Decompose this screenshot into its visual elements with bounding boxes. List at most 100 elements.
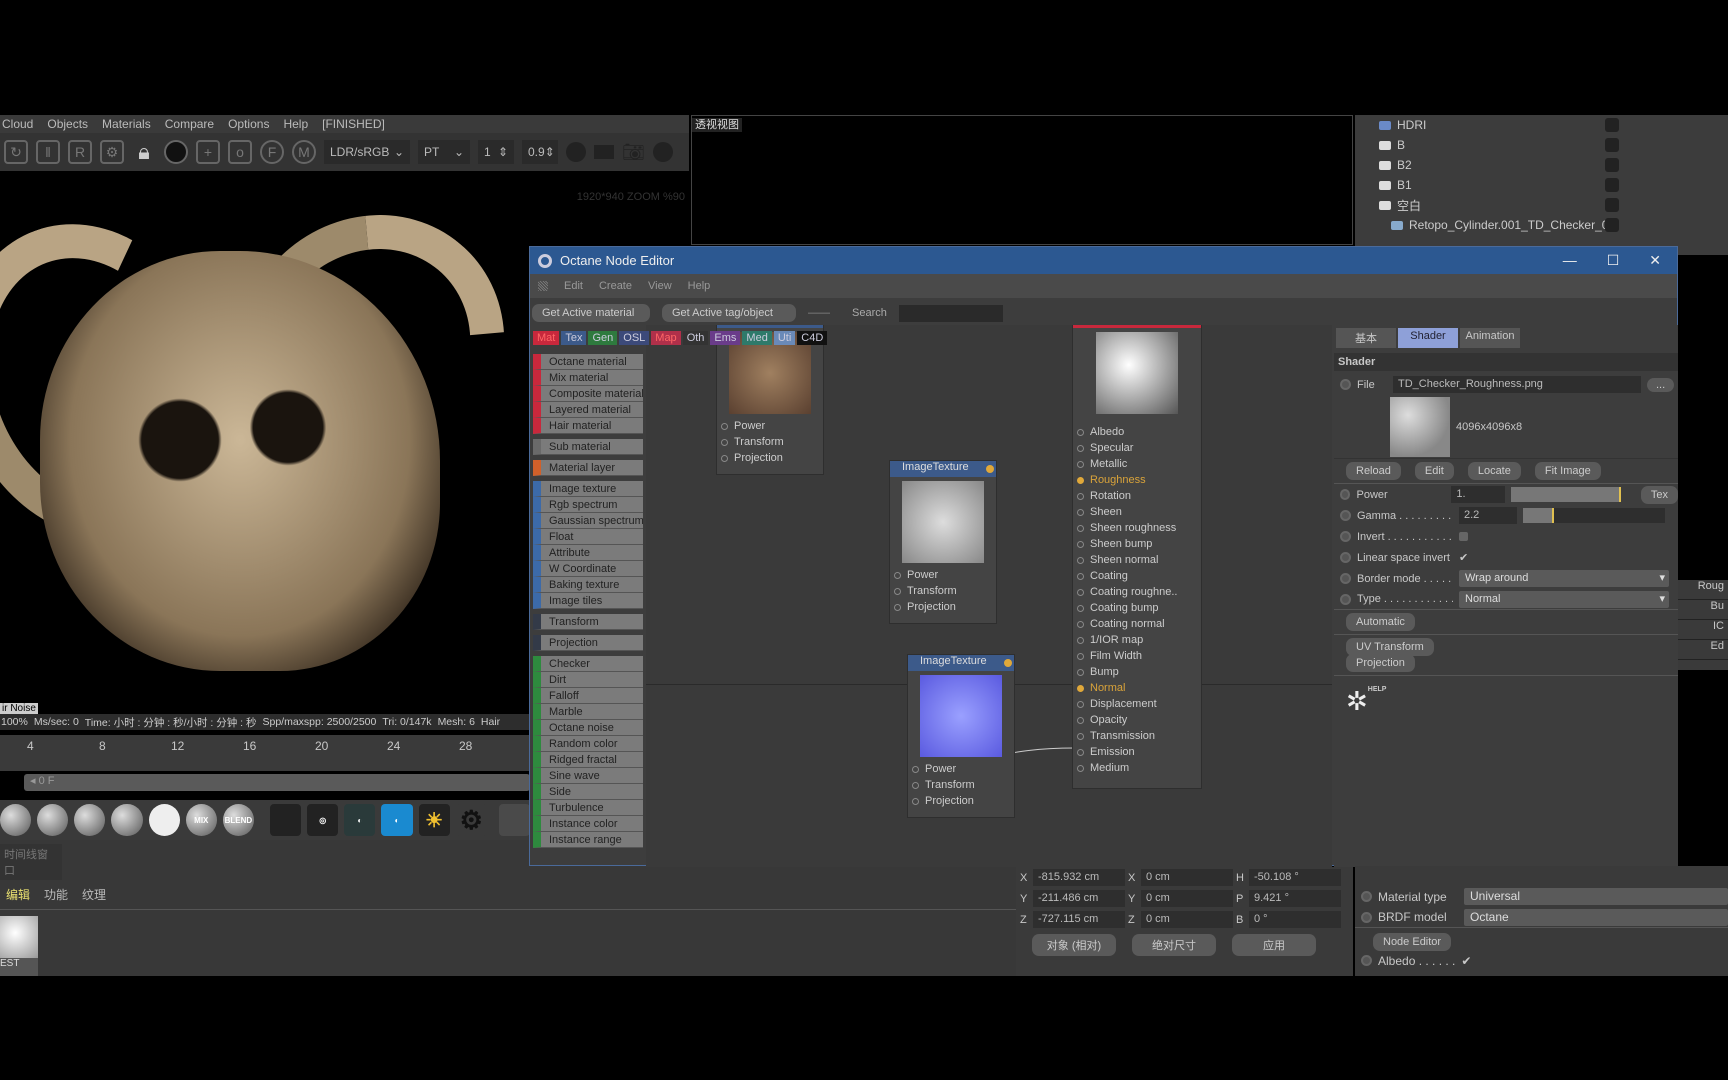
input-pin[interactable]: Bump (1073, 664, 1201, 680)
get-active-tag-button[interactable]: Get Active tag/object (662, 304, 796, 322)
target-light-icon[interactable]: ◎ (307, 804, 339, 836)
hdri-icon[interactable]: ◐ (344, 804, 376, 836)
hdri-blue-icon[interactable]: ◐ (381, 804, 413, 836)
blend-material-icon[interactable]: BLEND (222, 804, 254, 836)
power-slider[interactable] (1511, 487, 1621, 502)
file-action-button[interactable]: Reload (1346, 462, 1401, 480)
maximize-icon[interactable]: ☐ (1607, 252, 1620, 269)
globe-icon[interactable] (652, 142, 673, 162)
node-palette-item[interactable]: Attribute (533, 545, 643, 561)
input-pin[interactable]: Coating normal (1073, 616, 1201, 632)
category-tab[interactable]: Med (742, 331, 772, 345)
category-tab[interactable]: Oth (682, 331, 709, 345)
camera-icon[interactable]: 📷︎ (622, 142, 645, 163)
object-row[interactable]: B (1355, 135, 1728, 155)
file-action-button[interactable]: Edit (1414, 462, 1454, 480)
editor-menu-item[interactable]: Create (599, 280, 632, 292)
node-palette-item[interactable]: Baking texture (533, 577, 643, 593)
menu-item[interactable]: [FINISHED] (322, 117, 385, 131)
input-pin[interactable]: Transform (908, 777, 1014, 793)
object-row[interactable]: Retopo_Cylinder.001_TD_Checker_0 (1355, 215, 1728, 235)
object-row[interactable]: B1 (1355, 175, 1728, 195)
input-pin[interactable]: Roughness (1073, 472, 1201, 488)
input-pin[interactable]: Normal (1073, 680, 1201, 696)
node-canvas[interactable]: ImageTexturePowerTransformProjectionImag… (646, 325, 1332, 867)
browse-button[interactable]: ... (1647, 377, 1675, 392)
input-pin[interactable]: Power (908, 761, 1014, 777)
node-palette-item[interactable]: Sub material (533, 439, 643, 455)
power-anim-radio[interactable] (1340, 489, 1351, 500)
node-palette-item[interactable]: Rgb spectrum (533, 497, 643, 513)
category-tab[interactable]: Ems (710, 331, 741, 345)
value2-stepper[interactable]: 0.9 ⇕ (522, 140, 558, 164)
value1-stepper[interactable]: 1 ⇕ (478, 140, 514, 164)
node-palette-item[interactable]: Random color (533, 736, 643, 752)
node-palette-item[interactable]: Checker (533, 656, 643, 672)
input-pin[interactable]: Sheen bump (1073, 536, 1201, 552)
border-mode-select[interactable]: Wrap around ▾ (1459, 570, 1669, 587)
node-palette-item[interactable]: Composite material (533, 386, 643, 402)
editor-menu-item[interactable]: Help (688, 280, 711, 292)
projection-button[interactable]: Projection (1346, 654, 1415, 672)
gamma-slider[interactable] (1523, 508, 1665, 523)
input-pin[interactable]: Power (890, 567, 996, 583)
get-active-material-button[interactable]: Get Active material (532, 304, 650, 322)
file-field[interactable]: TD_Checker_Roughness.png (1393, 376, 1641, 393)
category-tab[interactable]: Mat (533, 331, 560, 345)
menu-item[interactable]: Help (283, 117, 308, 131)
input-pin[interactable]: Medium (1073, 760, 1201, 776)
node-palette-item[interactable]: Turbulence (533, 800, 643, 816)
input-pin[interactable]: 1/IOR map (1073, 632, 1201, 648)
material-thumbnail[interactable] (0, 916, 38, 958)
brdf-radio[interactable] (1361, 911, 1372, 923)
panel-tab[interactable]: Animation (1460, 328, 1520, 348)
pause-icon[interactable]: ‖ (36, 140, 60, 164)
node-palette-item[interactable]: Dirt (533, 672, 643, 688)
gear-icon[interactable]: ⚙ (455, 804, 487, 836)
image-texture-node[interactable]: ImageTexture Power Transform Projection (889, 460, 997, 624)
coord-field[interactable]: 0 cm (1141, 911, 1233, 928)
rect-icon[interactable] (594, 145, 614, 159)
coord-field[interactable]: 0 cm (1141, 869, 1233, 886)
coord-field[interactable]: -211.486 cm (1033, 890, 1125, 907)
node-palette-item[interactable]: Layered material (533, 402, 643, 418)
node-editor-button[interactable]: Node Editor (1373, 933, 1452, 951)
editor-menu-item[interactable]: View (648, 280, 672, 292)
node-palette-item[interactable]: Hair material (533, 418, 643, 434)
category-tab[interactable]: Gen (588, 331, 618, 345)
reset-icon[interactable]: R (68, 140, 92, 164)
node-palette-item[interactable]: Material layer (533, 460, 643, 476)
refresh-icon[interactable]: ↻ (4, 140, 28, 164)
glossy-material-icon[interactable] (74, 804, 106, 836)
node-palette-item[interactable]: Octane material (533, 354, 643, 370)
input-pin[interactable]: Transform (717, 434, 823, 450)
region-icon[interactable]: o (228, 140, 252, 164)
category-tab[interactable]: Tex (561, 331, 587, 345)
gear-material-icon[interactable] (148, 804, 180, 836)
node-palette-item[interactable]: W Coordinate (533, 561, 643, 577)
file-action-button[interactable]: Locate (1467, 462, 1521, 480)
editor-menu-item[interactable]: Edit (564, 280, 583, 292)
node-palette-item[interactable]: Image texture (533, 481, 643, 497)
material-icon[interactable] (0, 804, 32, 836)
menu-item[interactable]: Compare (165, 117, 214, 131)
category-tab[interactable]: Map (651, 331, 681, 345)
input-pin[interactable]: Sheen roughness (1073, 520, 1201, 536)
timeline-ruler[interactable]: 4 8 12 16 20 24 28 (0, 735, 530, 771)
linear-checkbox[interactable]: ✔ (1459, 551, 1468, 564)
node-palette-item[interactable]: Transform (533, 614, 643, 630)
bottom-tab[interactable]: 功能 (44, 886, 68, 903)
albedo-checkbox[interactable]: ✔ (1461, 954, 1471, 968)
coord-field[interactable]: 0 cm (1141, 890, 1233, 907)
linear-anim-radio[interactable] (1340, 552, 1351, 563)
input-pin[interactable]: Displacement (1073, 696, 1201, 712)
bottom-tab[interactable]: 编辑 (6, 886, 30, 903)
perspective-view[interactable]: 透视视图 (691, 115, 1353, 245)
settings-icon[interactable]: ⚙ (100, 140, 124, 164)
input-pin[interactable]: Emission (1073, 744, 1201, 760)
coord-field[interactable]: 0 ° (1249, 911, 1341, 928)
panel-tab[interactable]: Shader (1398, 328, 1458, 348)
material-type-radio[interactable] (1361, 891, 1372, 902)
node-palette-item[interactable]: Falloff (533, 688, 643, 704)
input-pin[interactable]: Metallic (1073, 456, 1201, 472)
